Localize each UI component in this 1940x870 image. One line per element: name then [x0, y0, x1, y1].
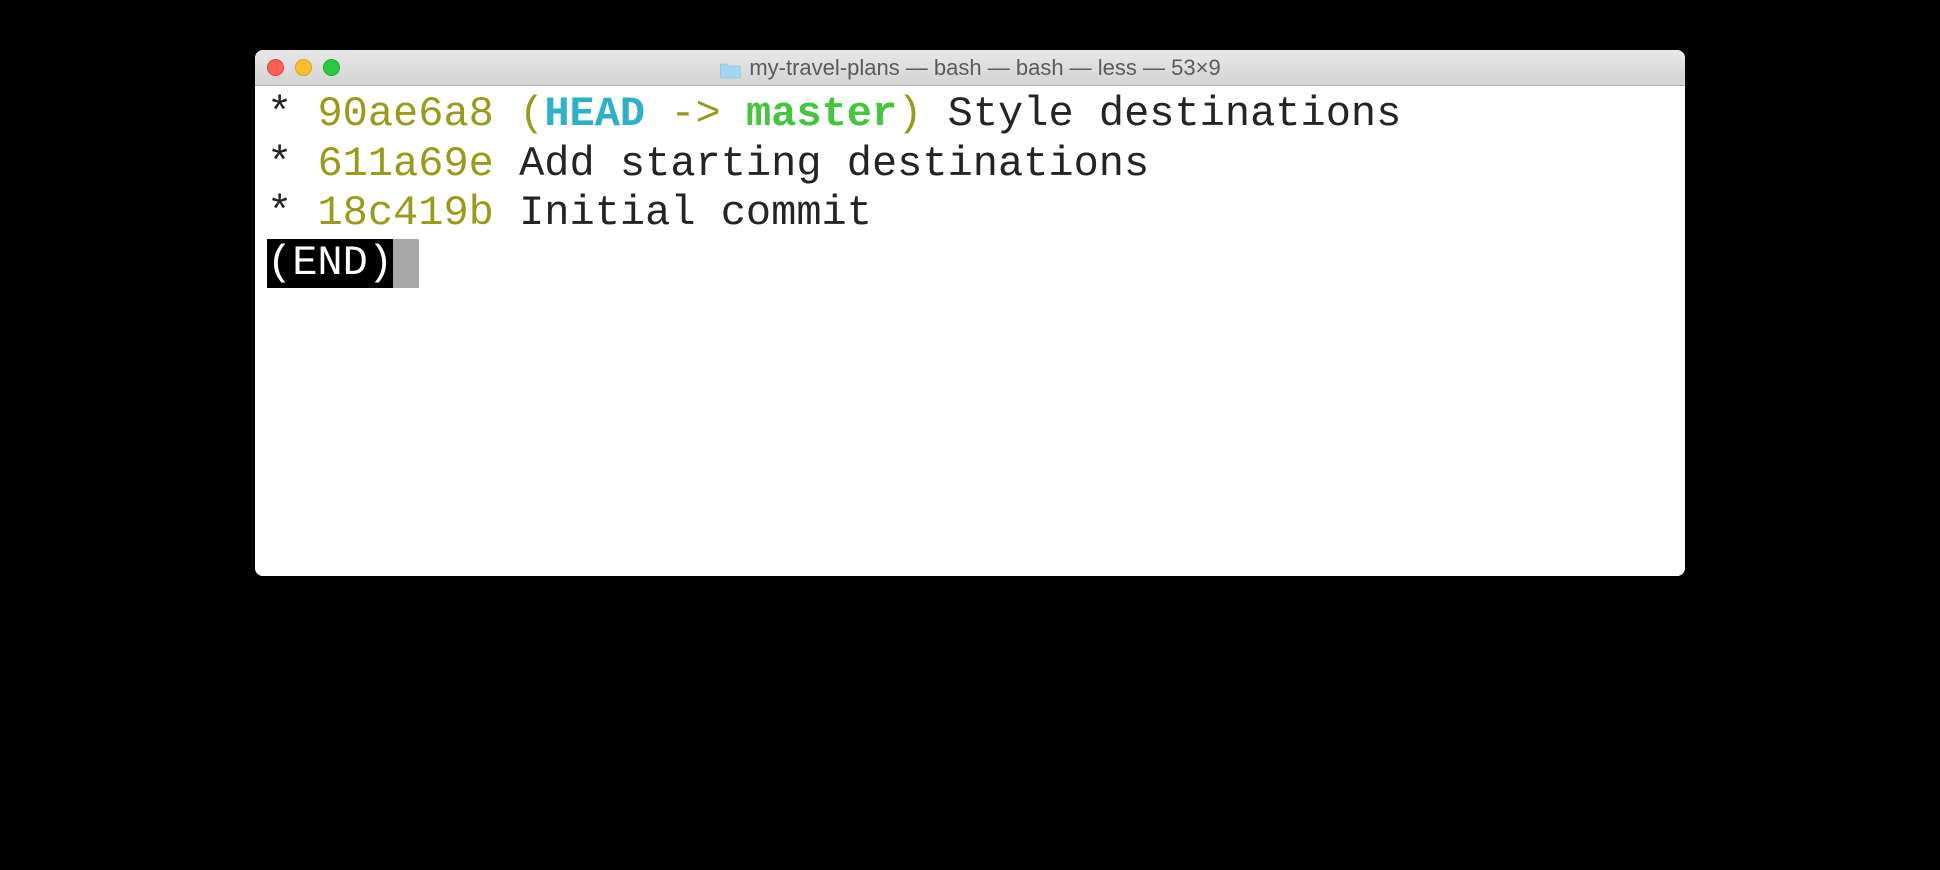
commit-hash: 18c419b	[317, 189, 493, 237]
commit-message: Add starting destinations	[519, 140, 1149, 188]
close-icon[interactable]	[267, 59, 284, 76]
git-log-line: * 90ae6a8 (HEAD -> master) Style destina…	[267, 90, 1673, 140]
zoom-icon[interactable]	[323, 59, 340, 76]
window-title-wrap: my-travel-plans — bash — bash — less — 5…	[719, 55, 1220, 81]
commit-message: Style destinations	[948, 90, 1402, 138]
traffic-lights	[267, 59, 340, 76]
ref-paren-open: (	[519, 90, 544, 138]
graph-bullet: *	[267, 189, 292, 237]
git-log-line: * 18c419b Initial commit	[267, 189, 1673, 239]
cursor-icon	[393, 239, 419, 289]
graph-bullet: *	[267, 140, 292, 188]
terminal-window: my-travel-plans — bash — bash — less — 5…	[255, 50, 1685, 576]
minimize-icon[interactable]	[295, 59, 312, 76]
git-log-line: * 611a69e Add starting destinations	[267, 140, 1673, 190]
folder-icon	[719, 59, 741, 77]
ref-paren-close: )	[897, 90, 922, 138]
commit-hash: 90ae6a8	[317, 90, 493, 138]
graph-bullet: *	[267, 90, 292, 138]
pager-end-line: (END)	[267, 239, 1673, 289]
commit-message: Initial commit	[519, 189, 872, 237]
commit-hash: 611a69e	[317, 140, 493, 188]
window-title: my-travel-plans — bash — bash — less — 5…	[749, 55, 1220, 81]
terminal-body[interactable]: * 90ae6a8 (HEAD -> master) Style destina…	[255, 86, 1685, 576]
head-ref: HEAD	[544, 90, 645, 138]
branch-name: master	[746, 90, 897, 138]
ref-arrow: ->	[645, 90, 746, 138]
titlebar[interactable]: my-travel-plans — bash — bash — less — 5…	[255, 50, 1685, 86]
pager-end-marker: (END)	[267, 239, 393, 289]
